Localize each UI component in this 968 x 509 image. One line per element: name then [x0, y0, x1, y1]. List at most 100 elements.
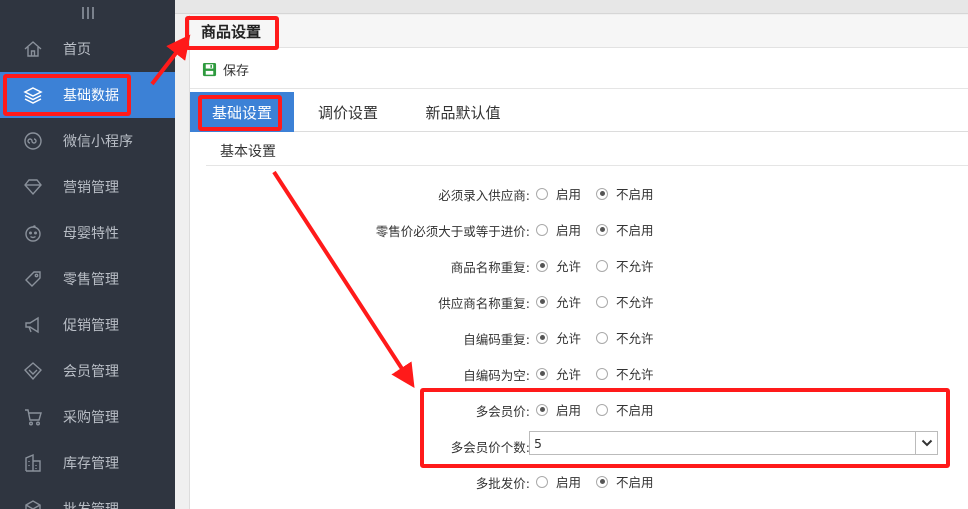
- tab-basic-settings[interactable]: 基础设置: [190, 92, 294, 132]
- radio-dot[interactable]: [596, 475, 608, 488]
- sidebar-item-wholesale[interactable]: 批发管理: [0, 486, 175, 509]
- sidebar-item-maternal[interactable]: 母婴特性: [0, 210, 175, 256]
- tab-price-adjust[interactable]: 调价设置: [304, 92, 392, 132]
- layers-icon: [22, 84, 44, 106]
- radio-label: 启用: [556, 475, 582, 490]
- form-row-member-price-count: 多会员价个数: 5: [190, 431, 968, 457]
- form-row-require-supplier: 必须录入供应商: 启用 不启用: [190, 181, 968, 205]
- sidebar-toggle[interactable]: [0, 0, 175, 26]
- radio-group: 启用 不启用: [536, 472, 654, 491]
- radio-group: 启用 不启用: [536, 184, 654, 203]
- radio-label: 允许: [556, 295, 582, 310]
- radio-dot[interactable]: [596, 259, 608, 272]
- radio-option-allow[interactable]: 允许: [536, 328, 596, 347]
- form-label: 自编码重复:: [463, 332, 530, 347]
- tab-label: 调价设置: [317, 103, 378, 122]
- sidebar-item-label: 首页: [63, 42, 91, 58]
- radio-option-disable[interactable]: 不启用: [596, 184, 654, 203]
- radio-option-disallow[interactable]: 不允许: [596, 328, 654, 347]
- toolbar: 保存: [190, 49, 968, 89]
- cart-icon: [22, 406, 44, 428]
- sidebar-item-label: 会员管理: [63, 364, 119, 380]
- radio-label: 不启用: [616, 187, 654, 202]
- tab-label: 新品默认值: [425, 103, 501, 122]
- settings-panel: 商品设置 保存 基础设置 调价设置 新品默认值 基本设置 必须录入供应商: 启用…: [189, 15, 968, 509]
- sidebar-item-promotion[interactable]: 促销管理: [0, 302, 175, 348]
- save-label: 保存: [223, 64, 250, 79]
- miniprogram-icon: [22, 130, 44, 152]
- tab-new-product-defaults[interactable]: 新品默认值: [408, 92, 518, 132]
- radio-option-allow[interactable]: 允许: [536, 256, 596, 275]
- radio-dot[interactable]: [536, 223, 548, 236]
- form-label: 多会员价个数:: [450, 440, 530, 455]
- radio-dot[interactable]: [596, 223, 608, 236]
- radio-dot[interactable]: [596, 295, 608, 308]
- radio-option-enable[interactable]: 启用: [536, 472, 596, 491]
- radio-option-enable[interactable]: 启用: [536, 184, 596, 203]
- radio-label: 允许: [556, 331, 582, 346]
- radio-dot[interactable]: [536, 331, 548, 344]
- radio-group: 允许 不允许: [536, 328, 654, 347]
- radio-dot[interactable]: [536, 403, 548, 416]
- sidebar-item-inventory[interactable]: 库存管理: [0, 440, 175, 486]
- tag-icon: [22, 268, 44, 290]
- main-area: 商品设置 保存 基础设置 调价设置 新品默认值 基本设置 必须录入供应商: 启用…: [175, 0, 968, 509]
- radio-option-disable[interactable]: 不启用: [596, 400, 654, 419]
- radio-label: 启用: [556, 403, 582, 418]
- radio-dot[interactable]: [536, 259, 548, 272]
- radio-label: 不允许: [616, 259, 654, 274]
- baby-icon: [22, 222, 44, 244]
- radio-dot[interactable]: [596, 403, 608, 416]
- form-label: 供应商名称重复:: [438, 296, 530, 311]
- sidebar-item-member[interactable]: 会员管理: [0, 348, 175, 394]
- sidebar-item-marketing[interactable]: 营销管理: [0, 164, 175, 210]
- form-label: 商品名称重复:: [450, 260, 530, 275]
- member-price-count-select[interactable]: 5: [529, 431, 938, 455]
- radio-label: 允许: [556, 259, 582, 274]
- form-label: 多会员价:: [475, 404, 530, 419]
- megaphone-icon: [22, 314, 44, 336]
- radio-label: 启用: [556, 223, 582, 238]
- radio-group: 允许 不允许: [536, 256, 654, 275]
- radio-option-allow[interactable]: 允许: [536, 292, 596, 311]
- radio-dot[interactable]: [536, 187, 548, 200]
- radio-dot[interactable]: [536, 367, 548, 380]
- radio-dot[interactable]: [596, 187, 608, 200]
- radio-dot[interactable]: [596, 331, 608, 344]
- radio-option-disallow[interactable]: 不允许: [596, 256, 654, 275]
- sidebar: 首页 基础数据 微信小程序 营销管理 母婴特性 零售管理 促销管理 会员管理 采…: [0, 0, 175, 509]
- form-row-product-name-duplicate: 商品名称重复: 允许 不允许: [190, 253, 968, 277]
- menu-bars-icon[interactable]: [81, 7, 94, 19]
- radio-option-enable[interactable]: 启用: [536, 220, 596, 239]
- tab-bar: 基础设置 调价设置 新品默认值: [190, 92, 968, 132]
- radio-group: 启用 不启用: [536, 400, 654, 419]
- radio-group: 允许 不允许: [536, 292, 654, 311]
- save-button[interactable]: 保存: [202, 60, 249, 79]
- radio-option-allow[interactable]: 允许: [536, 364, 596, 383]
- radio-label: 不启用: [616, 403, 654, 418]
- radio-option-disallow[interactable]: 不允许: [596, 292, 654, 311]
- radio-group: 启用 不启用: [536, 220, 654, 239]
- radio-label: 不启用: [616, 475, 654, 490]
- radio-option-disallow[interactable]: 不允许: [596, 364, 654, 383]
- radio-dot[interactable]: [596, 367, 608, 380]
- sidebar-item-purchase[interactable]: 采购管理: [0, 394, 175, 440]
- radio-option-disable[interactable]: 不启用: [596, 220, 654, 239]
- radio-dot[interactable]: [536, 295, 548, 308]
- radio-label: 启用: [556, 187, 582, 202]
- sidebar-item-miniprogram[interactable]: 微信小程序: [0, 118, 175, 164]
- diamond-icon: [22, 176, 44, 198]
- chevron-down-icon[interactable]: [915, 432, 937, 454]
- sidebar-item-home[interactable]: 首页: [0, 26, 175, 72]
- radio-option-disable[interactable]: 不启用: [596, 472, 654, 491]
- sidebar-item-basic-data[interactable]: 基础数据: [0, 72, 175, 118]
- sidebar-item-label: 零售管理: [63, 272, 119, 288]
- sidebar-item-retail[interactable]: 零售管理: [0, 256, 175, 302]
- radio-dot[interactable]: [536, 475, 548, 488]
- radio-label: 不允许: [616, 367, 654, 382]
- radio-option-enable[interactable]: 启用: [536, 400, 596, 419]
- radio-label: 不启用: [616, 223, 654, 238]
- radio-label: 允许: [556, 367, 582, 382]
- section-divider: [206, 165, 968, 166]
- tab-label: 基础设置: [211, 103, 272, 122]
